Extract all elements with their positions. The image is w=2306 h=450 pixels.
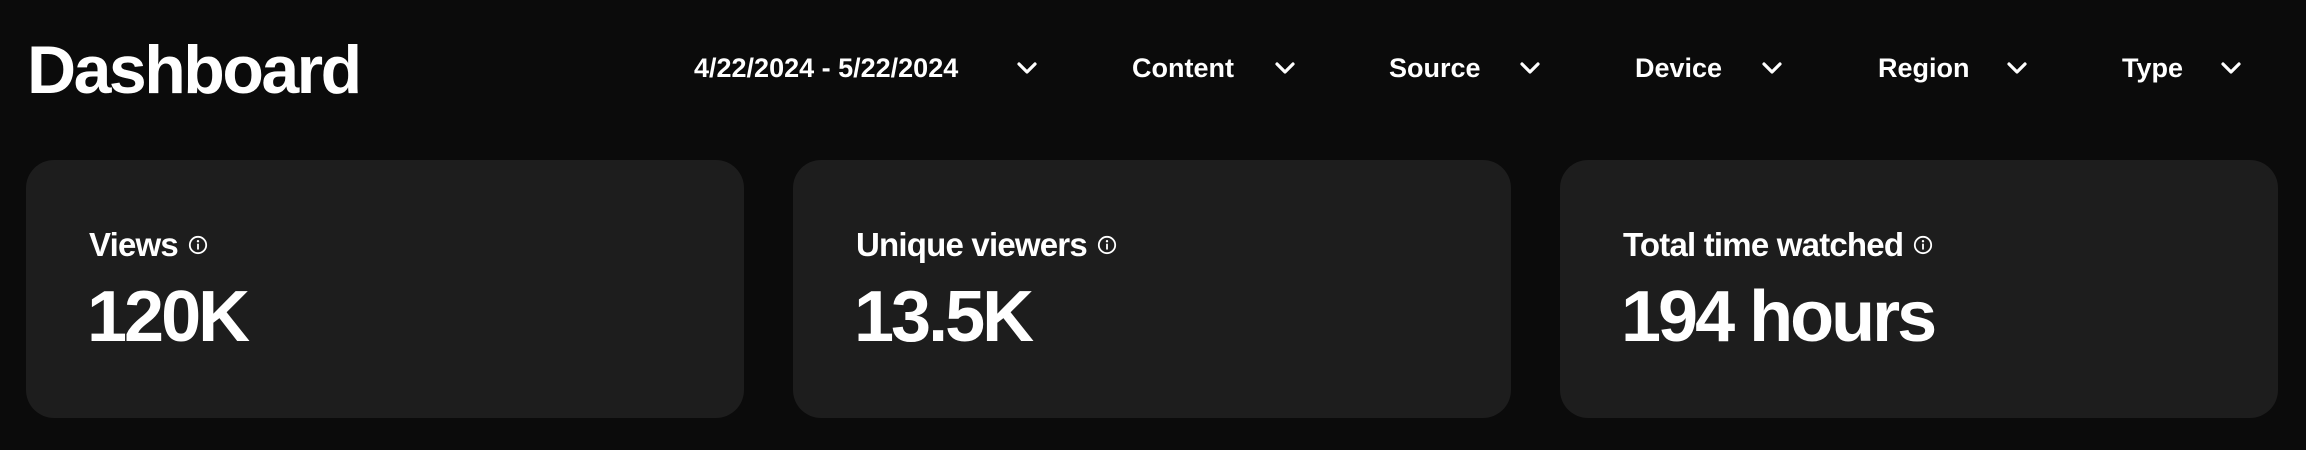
date-range-label: 4/22/2024 - 5/22/2024 bbox=[694, 53, 959, 83]
header: Dashboard 4/22/2024 - 5/22/2024 Content … bbox=[0, 0, 2306, 140]
device-filter[interactable]: Device bbox=[1635, 48, 1785, 88]
total-time-watched-value: 194 hours bbox=[1621, 277, 1937, 357]
info-icon[interactable] bbox=[1913, 235, 1933, 255]
content-filter-label: Content bbox=[1132, 53, 1234, 83]
total-time-watched-label: Total time watched bbox=[1623, 226, 1904, 263]
type-filter-label: Type bbox=[2122, 53, 2184, 83]
content-filter[interactable]: Content bbox=[1132, 48, 1298, 88]
views-label-row: Views bbox=[89, 225, 208, 265]
chevron-down-icon bbox=[1274, 60, 1296, 76]
chevron-down-icon bbox=[2220, 60, 2242, 76]
unique-viewers-label-row: Unique viewers bbox=[856, 225, 1117, 265]
type-filter[interactable]: Type bbox=[2122, 48, 2244, 88]
info-icon[interactable] bbox=[1097, 235, 1117, 255]
source-filter-label: Source bbox=[1389, 53, 1481, 83]
source-filter[interactable]: Source bbox=[1389, 48, 1543, 88]
unique-viewers-value: 13.5K bbox=[854, 277, 1034, 357]
total-time-watched-card: Total time watched 194 hours bbox=[1560, 160, 2278, 418]
unique-viewers-card: Unique viewers 13.5K bbox=[793, 160, 1511, 418]
views-value: 120K bbox=[87, 277, 250, 357]
region-filter[interactable]: Region bbox=[1878, 48, 2030, 88]
unique-viewers-label: Unique viewers bbox=[856, 226, 1088, 263]
views-card: Views 120K bbox=[26, 160, 744, 418]
chevron-down-icon bbox=[1761, 60, 1783, 76]
chevron-down-icon bbox=[1519, 60, 1541, 76]
chevron-down-icon bbox=[2006, 60, 2028, 76]
chevron-down-icon bbox=[1016, 60, 1038, 76]
info-icon[interactable] bbox=[188, 235, 208, 255]
date-range-filter[interactable]: 4/22/2024 - 5/22/2024 bbox=[694, 48, 1040, 88]
views-label: Views bbox=[89, 226, 179, 263]
page-title: Dashboard bbox=[27, 32, 362, 108]
total-time-watched-label-row: Total time watched bbox=[1623, 225, 1933, 265]
device-filter-label: Device bbox=[1635, 53, 1723, 83]
region-filter-label: Region bbox=[1878, 53, 1970, 83]
